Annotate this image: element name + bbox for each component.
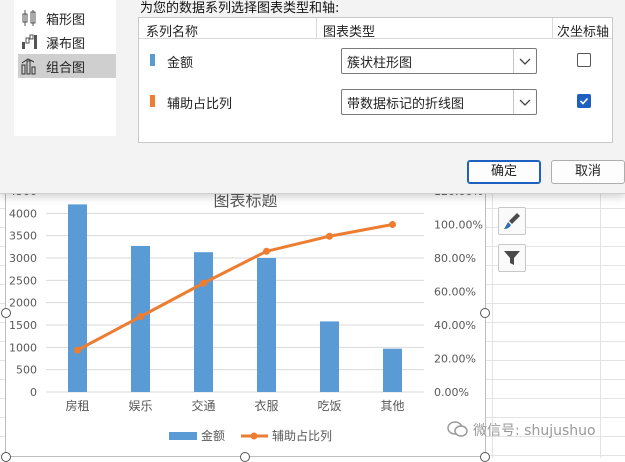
dropdown-button[interactable] (513, 49, 536, 73)
y-tick-label: 0 (30, 386, 37, 399)
y2-tick-label: 100.00% (434, 219, 483, 232)
resize-handle-bottom[interactable] (240, 452, 250, 462)
box-chart-icon (22, 10, 36, 26)
x-tick-label: 娱乐 (128, 399, 152, 413)
bar[interactable] (320, 321, 339, 392)
chart-styles-brush-icon (504, 213, 520, 229)
resize-handle-left[interactable] (1, 308, 11, 318)
chart-type-dropdown[interactable]: 带数据标记的折线图 (341, 89, 537, 115)
y-tick-label: 2000 (9, 297, 37, 310)
line-marker[interactable] (389, 221, 396, 228)
chart-type-item-1[interactable]: 瀑布图 (18, 30, 116, 54)
x-tick-label: 吃饭 (317, 399, 341, 413)
series-color-swatch (150, 54, 155, 66)
x-tick-label: 房租 (65, 398, 89, 413)
line-marker[interactable] (137, 313, 144, 321)
chart-type-label: 瀑布图 (46, 36, 86, 52)
resize-handle-right[interactable] (480, 308, 490, 318)
combo-chart[interactable]: 图表标题 05001000150020002500300035004000450… (5, 180, 486, 457)
bar[interactable] (68, 204, 87, 392)
chart-type-dropdown[interactable]: 簇状柱形图 (341, 48, 537, 74)
combo-chart-icon (21, 58, 36, 75)
dropdown-button[interactable] (513, 90, 536, 114)
y2-tick-label: 40.00% (434, 319, 476, 332)
line-marker[interactable] (200, 279, 207, 287)
bar[interactable] (194, 252, 213, 392)
x-tick-label: 衣服 (254, 398, 278, 413)
legend-marker (250, 432, 258, 440)
x-tick-label: 交通 (191, 398, 215, 413)
chevron-down-icon (519, 58, 531, 65)
y-tick-label: 1500 (9, 319, 37, 332)
y2-tick-label: 80.00% (434, 252, 476, 265)
line-marker[interactable] (263, 247, 270, 255)
chart-type-label: 组合图 (46, 60, 86, 76)
resize-handle-bottom-left[interactable] (1, 452, 11, 462)
watermark-text: 微信号: shujushuo (473, 423, 596, 439)
chart-type-value: 带数据标记的折线图 (347, 97, 465, 112)
series-line[interactable] (76, 223, 393, 352)
checkmark-icon (579, 97, 589, 105)
chart-styles-button[interactable] (498, 207, 526, 235)
chart-type-item-0[interactable]: 箱形图 (18, 6, 116, 30)
ok-button[interactable]: 确定 (467, 160, 541, 184)
chart-type-value: 簇状柱形图 (347, 56, 413, 71)
legend-label: 金额 (201, 428, 225, 443)
legend-swatch-bar (169, 432, 197, 440)
y2-tick-label: 0.00% (434, 386, 469, 399)
series-name: 辅助占比列 (167, 97, 233, 112)
y2-tick-label: 60.00% (434, 286, 476, 299)
y-tick-label: 1000 (9, 341, 37, 354)
line-marker[interactable] (326, 232, 333, 240)
chart-filter-icon (504, 251, 520, 265)
chart-filter-button[interactable] (498, 244, 526, 272)
chevron-down-icon (519, 99, 531, 106)
change-chart-type-dialog: 箱形图 瀑布图 组合图 为您的数据系列选择图表类型和轴: 系列名称 图表类型 次坐标… (0, 0, 625, 194)
secondary-axis-checkbox[interactable] (577, 94, 591, 108)
y2-tick-label: 20.00% (434, 353, 476, 366)
bar[interactable] (383, 348, 402, 392)
watermark: 微信号: shujushuo (447, 420, 596, 440)
series-instruction: 为您的数据系列选择图表类型和轴: (140, 1, 340, 16)
secondary-axis-checkbox[interactable] (577, 53, 591, 67)
wechat-icon (447, 421, 468, 437)
line-marker[interactable] (74, 346, 81, 354)
resize-handle-bottom-right[interactable] (480, 452, 490, 462)
chart-type-list: 箱形图 瀑布图 组合图 (14, 0, 116, 136)
waterfall-chart-icon (22, 34, 37, 49)
y-tick-label: 500 (16, 364, 37, 377)
chart-plot: 0500100015002000250030003500400045000.00… (9, 185, 483, 443)
y-tick-label: 3500 (9, 230, 37, 243)
y-tick-label: 2500 (9, 274, 37, 287)
legend-label: 辅助占比列 (272, 428, 332, 443)
series-color-swatch (150, 95, 155, 107)
y-tick-label: 3000 (9, 252, 37, 265)
chart-type-label: 箱形图 (46, 12, 86, 28)
series-name: 金额 (167, 56, 194, 71)
cancel-button[interactable]: 取消 (551, 160, 625, 184)
x-tick-label: 其他 (380, 399, 404, 413)
series-panel: 系列名称 图表类型 次坐标轴 金额 簇状柱形图 辅助占比列 带数据标记的折线图 (138, 17, 613, 143)
bar[interactable] (257, 258, 276, 392)
chart-type-item-2[interactable]: 组合图 (18, 54, 116, 78)
